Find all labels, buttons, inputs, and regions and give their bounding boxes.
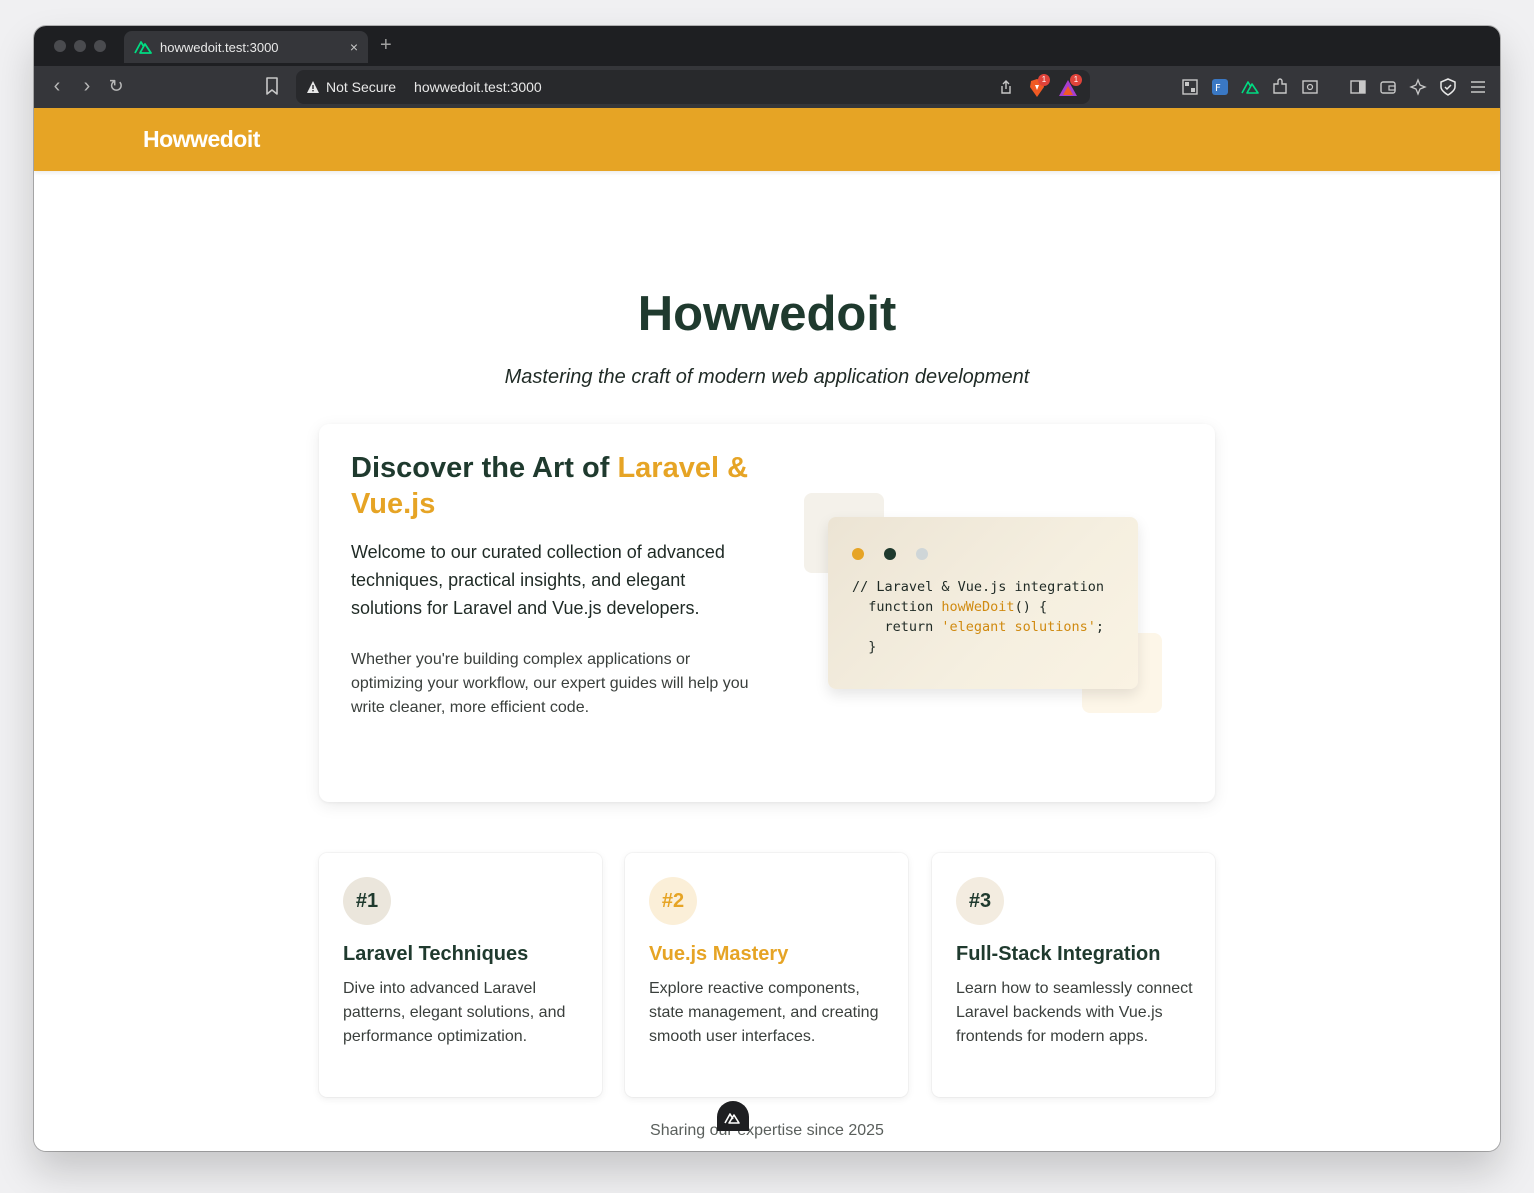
window-dot-icon: [884, 548, 896, 560]
browser-tab[interactable]: howwedoit.test:3000 ×: [124, 31, 368, 63]
window-dot-icon: [916, 548, 928, 560]
card-description: Dive into advanced Laravel patterns, ele…: [343, 980, 566, 1045]
extensions-puzzle-icon[interactable]: [1271, 78, 1289, 96]
card-number-badge: #2: [649, 877, 697, 925]
menu-icon[interactable]: [1469, 78, 1487, 96]
forward-icon[interactable]: ›: [76, 75, 98, 97]
feature-intro: Welcome to our curated collection of adv…: [351, 542, 725, 618]
minimize-window-button[interactable]: [74, 40, 86, 52]
brand-logo-link[interactable]: Howwedoit: [143, 126, 260, 153]
code-text: // Laravel & Vue.js integration function…: [852, 577, 1104, 657]
address-bar[interactable]: Not Secure howwedoit.test:3000 1 1: [296, 70, 1090, 104]
tab-title: howwedoit.test:3000: [160, 39, 279, 55]
topic-card-laravel[interactable]: #1 Laravel Techniques Dive into advanced…: [319, 853, 602, 1097]
footer-text: Sharing our expertise since 2025: [650, 1122, 884, 1139]
qr-code-icon[interactable]: [1181, 78, 1199, 96]
card-number-badge: #3: [956, 877, 1004, 925]
hero-subtitle: Mastering the craft of modern web applic…: [504, 366, 1030, 388]
code-line-end: ;: [1095, 619, 1104, 635]
reader-mode-icon[interactable]: [1301, 78, 1319, 96]
brave-rewards-icon[interactable]: 1: [1058, 74, 1082, 98]
close-window-button[interactable]: [54, 40, 66, 52]
site-header: Howwedoit: [34, 108, 1500, 171]
wallet-icon[interactable]: [1379, 78, 1397, 96]
bookmark-icon[interactable]: [264, 76, 280, 96]
card-title: Vue.js Mastery: [649, 943, 789, 965]
hero-title: Howwedoit: [637, 287, 897, 341]
card-number-badge: #1: [343, 877, 391, 925]
leo-ai-icon[interactable]: [1409, 78, 1427, 96]
new-tab-button[interactable]: +: [380, 34, 392, 57]
svg-text:F: F: [1215, 83, 1221, 94]
code-line: // Laravel & Vue.js integration: [852, 579, 1104, 595]
shields-badge: 1: [1038, 74, 1050, 86]
warning-icon: [307, 81, 319, 93]
nuxt-devtools-icon[interactable]: [1241, 78, 1259, 96]
nuxt-favicon-icon: [134, 41, 152, 54]
zoom-window-button[interactable]: [94, 40, 106, 52]
translate-extension-icon[interactable]: F: [1211, 78, 1229, 96]
feature-detail: Whether you're building complex applicat…: [351, 651, 749, 716]
security-label[interactable]: Not Secure: [326, 79, 396, 95]
code-keyword: function: [852, 599, 942, 615]
url-text[interactable]: howwedoit.test:3000: [414, 79, 542, 95]
topic-card-vue[interactable]: #2 Vue.js Mastery Explore reactive compo…: [625, 853, 908, 1097]
browser-window: howwedoit.test:3000 × + ‹ › ↻ Not Secure…: [34, 26, 1500, 1151]
reload-icon[interactable]: ↻: [105, 75, 127, 97]
window-dot-icon: [852, 548, 864, 560]
sidebar-toggle-icon[interactable]: [1349, 78, 1367, 96]
feature-card: Discover the Art of Laravel & Vue.js Wel…: [319, 424, 1215, 802]
share-icon[interactable]: [998, 79, 1014, 95]
code-snippet: // Laravel & Vue.js integration function…: [828, 517, 1138, 689]
card-description: Explore reactive components, state manag…: [649, 980, 879, 1045]
feature-title: Discover the Art of Laravel & Vue.js: [351, 450, 771, 522]
card-title: Full-Stack Integration: [956, 943, 1161, 965]
feature-title-prefix: Discover the Art of: [351, 452, 618, 484]
code-line-end: () {: [1014, 599, 1048, 615]
code-keyword: return: [852, 619, 942, 635]
rewards-badge: 1: [1070, 74, 1082, 86]
topic-card-fullstack[interactable]: #3 Full-Stack Integration Learn how to s…: [932, 853, 1215, 1097]
web-page: Howwedoit Howwedoit Mastering the craft …: [34, 108, 1500, 1151]
card-description: Learn how to seamlessly connect Laravel …: [956, 980, 1193, 1045]
back-icon[interactable]: ‹: [46, 75, 68, 97]
vpn-shield-icon[interactable]: [1439, 78, 1457, 96]
code-string: 'elegant solutions': [941, 619, 1096, 635]
browser-toolbar: ‹ › ↻ Not Secure howwedoit.test:3000 1 1…: [34, 66, 1500, 108]
code-function-name: howWeDoit: [941, 599, 1015, 615]
tab-close-icon[interactable]: ×: [350, 39, 358, 55]
card-title: Laravel Techniques: [343, 943, 529, 965]
nuxt-devtools-toggle[interactable]: [717, 1101, 749, 1131]
tab-strip: howwedoit.test:3000 × +: [34, 26, 1500, 66]
nuxt-icon: [724, 1113, 740, 1124]
brave-shields-icon[interactable]: 1: [1028, 74, 1050, 98]
code-line: }: [852, 639, 877, 655]
